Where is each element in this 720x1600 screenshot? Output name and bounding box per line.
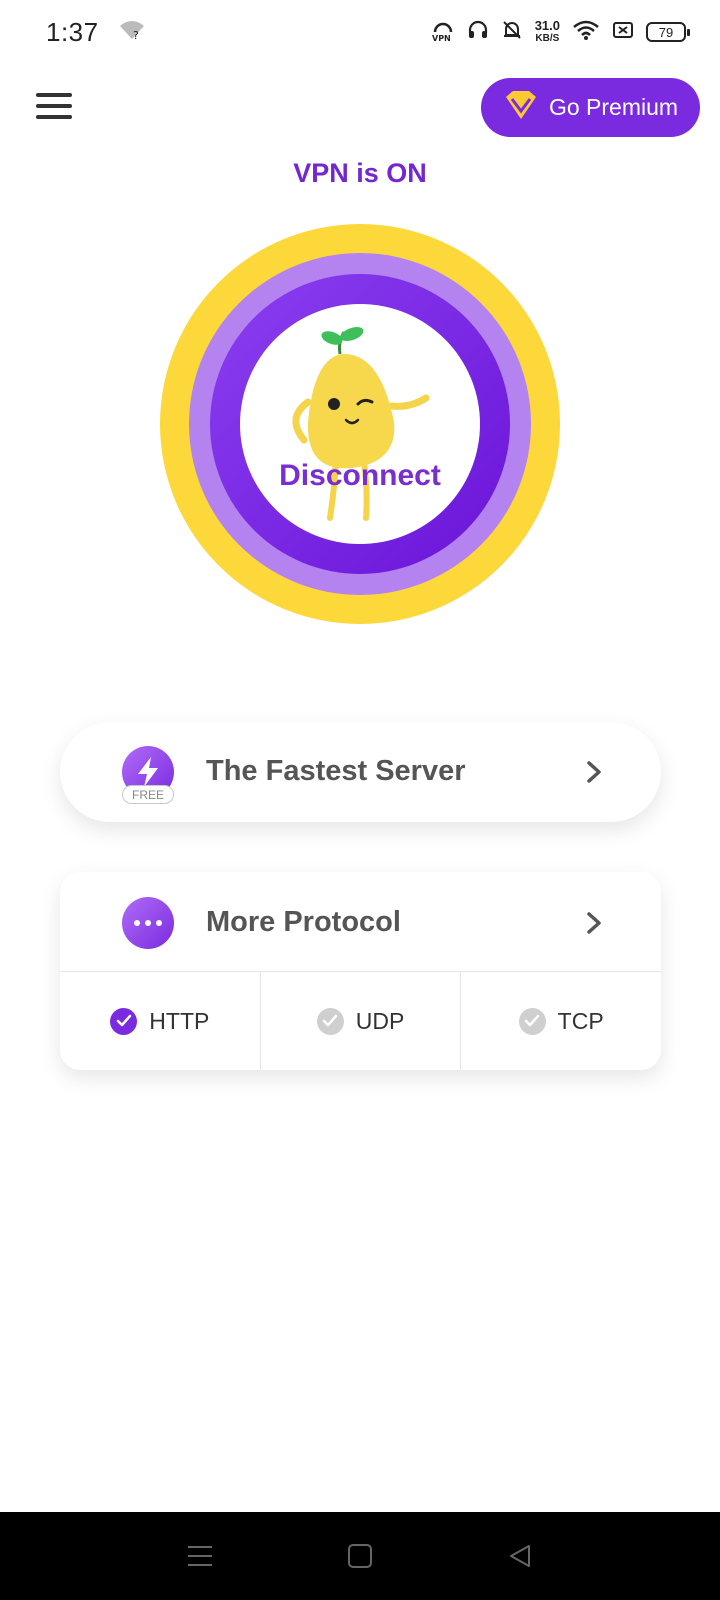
back-triangle-icon[interactable] — [496, 1532, 544, 1580]
wifi-icon — [572, 19, 600, 46]
protocol-card: More Protocol HTTP UDP TCP — [60, 872, 661, 1070]
diamond-icon — [503, 89, 539, 127]
svg-text:VPN: VPN — [432, 34, 451, 42]
more-protocol-row[interactable]: More Protocol — [60, 872, 661, 971]
chevron-right-icon — [587, 912, 601, 934]
more-protocol-label: More Protocol — [206, 906, 401, 938]
more-dots-icon — [122, 897, 174, 949]
protocol-option-http[interactable]: HTTP — [60, 972, 260, 1070]
network-speed-unit: KB/S — [535, 33, 560, 44]
go-premium-label: Go Premium — [548, 94, 679, 120]
protocol-option-label: TCP — [557, 1007, 604, 1034]
ring-core: Disconnect — [240, 304, 480, 544]
mute-bell-icon — [501, 19, 523, 46]
network-speed-value: 31.0 — [534, 18, 560, 33]
status-icons: VPN 31.0 KB/S 79 — [431, 18, 690, 47]
protocol-option-udp[interactable]: UDP — [259, 972, 461, 1070]
status-bar: 1:37 ? VPN 31.0 KB/S 79 — [0, 0, 720, 64]
chevron-right-icon — [587, 761, 601, 783]
disconnect-button[interactable]: Disconnect — [160, 224, 560, 624]
check-unselected-icon — [518, 1007, 546, 1035]
protocol-option-tcp[interactable]: TCP — [460, 972, 661, 1070]
menu-icon[interactable] — [34, 88, 74, 124]
home-square-icon[interactable] — [336, 1532, 384, 1580]
system-nav-bar — [0, 1512, 720, 1600]
wifi-unknown-icon: ? — [119, 19, 145, 46]
protocol-option-label: HTTP — [149, 1007, 210, 1034]
ring-middle: Disconnect — [189, 253, 531, 595]
fastest-server-card[interactable]: FREE The Fastest Server — [60, 722, 661, 822]
ring-inner: Disconnect — [210, 274, 510, 574]
vpn-home-screen: 1:37 ? VPN 31.0 KB/S 79 Go Premium VPN i… — [0, 0, 720, 1600]
protocol-options: HTTP UDP TCP — [60, 972, 661, 1070]
headphones-icon — [467, 19, 489, 46]
recents-menu-icon[interactable] — [176, 1532, 224, 1580]
no-sim-icon — [612, 19, 634, 46]
status-time: 1:37 — [46, 16, 99, 47]
svg-text:?: ? — [133, 29, 139, 41]
battery-indicator: 79 — [646, 22, 690, 42]
check-unselected-icon — [316, 1007, 344, 1035]
fastest-server-label: The Fastest Server — [206, 755, 466, 787]
disconnect-label: Disconnect — [279, 459, 441, 492]
status-left: 1:37 ? — [46, 17, 145, 48]
go-premium-button[interactable]: Go Premium — [481, 78, 700, 137]
protocol-option-label: UDP — [355, 1007, 405, 1034]
vpn-status-icon: VPN — [431, 18, 455, 47]
vpn-status-text: VPN is ON — [293, 158, 427, 188]
network-speed: 31.0 KB/S — [535, 19, 560, 45]
free-badge: FREE — [122, 785, 174, 804]
check-selected-icon — [110, 1007, 138, 1035]
